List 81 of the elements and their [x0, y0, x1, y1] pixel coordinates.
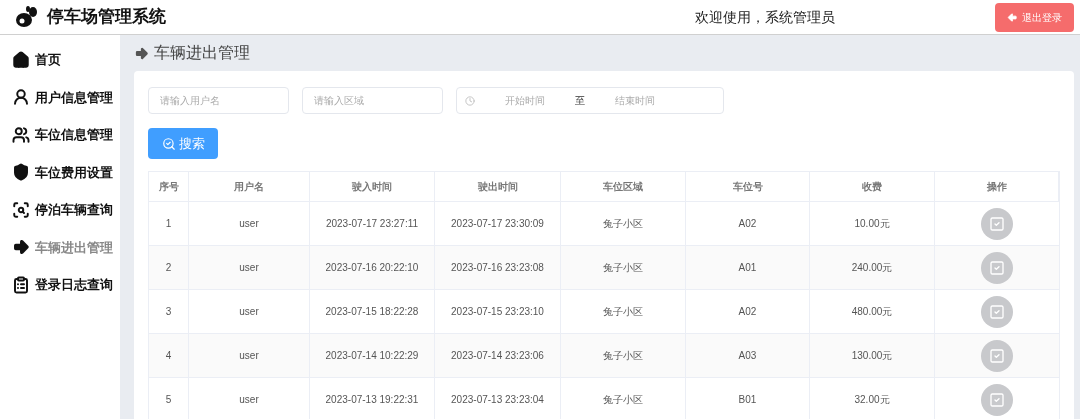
column-header: 用户名 [189, 172, 310, 201]
table-cell: 兔子小区 [561, 246, 686, 289]
column-header: 操作 [935, 172, 1059, 201]
table-cell: user [189, 378, 310, 419]
check-button[interactable] [981, 251, 1013, 284]
table-cell: 2023-07-13 23:23:04 [435, 378, 561, 419]
table-cell: 兔子小区 [561, 334, 686, 377]
column-header: 收费 [810, 172, 935, 201]
table-cell: 2023-07-15 23:23:10 [435, 290, 561, 333]
table-cell: 2023-07-14 10:22:29 [310, 334, 435, 377]
table-cell: A01 [686, 246, 810, 289]
sidebar-item[interactable]: 车位信息管理 [0, 116, 120, 154]
sidebar-item[interactable]: 车辆进出管理 [0, 228, 120, 266]
date-range-field[interactable]: 开始时间 至 结束时间 [456, 87, 724, 114]
end-time-field[interactable]: 结束时间 [585, 93, 685, 108]
table-cell: 2023-07-15 18:22:28 [310, 290, 435, 333]
column-header: 车位区域 [561, 172, 686, 201]
table-cell: 2023-07-16 20:22:10 [310, 246, 435, 289]
table-cell: 兔子小区 [561, 290, 686, 333]
table-cell: A02 [686, 202, 810, 245]
table-cell: user [189, 290, 310, 333]
logo-icon [14, 6, 38, 28]
table-cell: A02 [686, 290, 810, 333]
table-cell: 130.00元 [810, 334, 935, 377]
table-cell: 2023-07-16 23:23:08 [435, 246, 561, 289]
table-cell: 10.00元 [810, 202, 935, 245]
check-button[interactable] [981, 339, 1013, 372]
table-cell: 2023-07-13 19:22:31 [310, 378, 435, 419]
column-header: 驶出时间 [435, 172, 561, 201]
table-cell: 2023-07-17 23:27:11 [310, 202, 435, 245]
area-field[interactable]: 请输入区域 [302, 87, 443, 114]
table-cell: 兔子小区 [561, 202, 686, 245]
table-cell: 3 [149, 290, 189, 333]
sidebar-item[interactable]: 停泊车辆查询 [0, 191, 120, 229]
check-icon [989, 303, 1005, 320]
check-button[interactable] [981, 207, 1013, 240]
table-cell: user [189, 246, 310, 289]
arrow-icon [134, 45, 149, 61]
check-button[interactable] [981, 295, 1013, 328]
table-cell: 2023-07-17 23:30:09 [435, 202, 561, 245]
clock-icon [465, 95, 475, 106]
clipboard-icon [12, 275, 30, 294]
sidebar-item[interactable]: 首页 [0, 41, 120, 79]
arrow-icon [12, 238, 30, 257]
sidebar-item[interactable]: 登录日志查询 [0, 266, 120, 304]
arrow-icon [1007, 11, 1018, 23]
range-separator: 至 [575, 94, 585, 108]
house-icon [12, 50, 30, 69]
sidebar-item[interactable]: 车位费用设置 [0, 153, 120, 191]
column-header: 序号 [149, 172, 189, 201]
table-cell: 2023-07-14 23:23:06 [435, 334, 561, 377]
column-header: 驶入时间 [310, 172, 435, 201]
page-title: 车辆进出管理 [154, 43, 250, 63]
person-icon [12, 88, 30, 107]
check-icon [989, 215, 1005, 232]
shield-icon [12, 163, 30, 182]
search-icon [161, 136, 176, 151]
magnifier-icon [12, 200, 30, 219]
username-field[interactable]: 请输入用户名 [148, 87, 289, 114]
column-header: 车位号 [686, 172, 810, 201]
check-icon [989, 391, 1005, 408]
people-icon [12, 125, 30, 144]
check-button[interactable] [981, 383, 1013, 416]
app-title: 停车场管理系统 [47, 6, 166, 29]
table-cell: 5 [149, 378, 189, 419]
table-cell: B01 [686, 378, 810, 419]
table-cell: 2 [149, 246, 189, 289]
table-cell: A03 [686, 334, 810, 377]
table-cell: 240.00元 [810, 246, 935, 289]
check-icon [989, 347, 1005, 364]
table-cell: user [189, 334, 310, 377]
table-cell: 1 [149, 202, 189, 245]
table-cell: user [189, 202, 310, 245]
table-cell: 4 [149, 334, 189, 377]
table-cell: 32.00元 [810, 378, 935, 419]
table-cell: 兔子小区 [561, 378, 686, 419]
check-icon [989, 259, 1005, 276]
sidebar-item[interactable]: 用户信息管理 [0, 78, 120, 116]
table-cell: 480.00元 [810, 290, 935, 333]
start-time-field[interactable]: 开始时间 [475, 93, 575, 108]
welcome-text: 欢迎使用，系统管理员 [695, 7, 835, 27]
